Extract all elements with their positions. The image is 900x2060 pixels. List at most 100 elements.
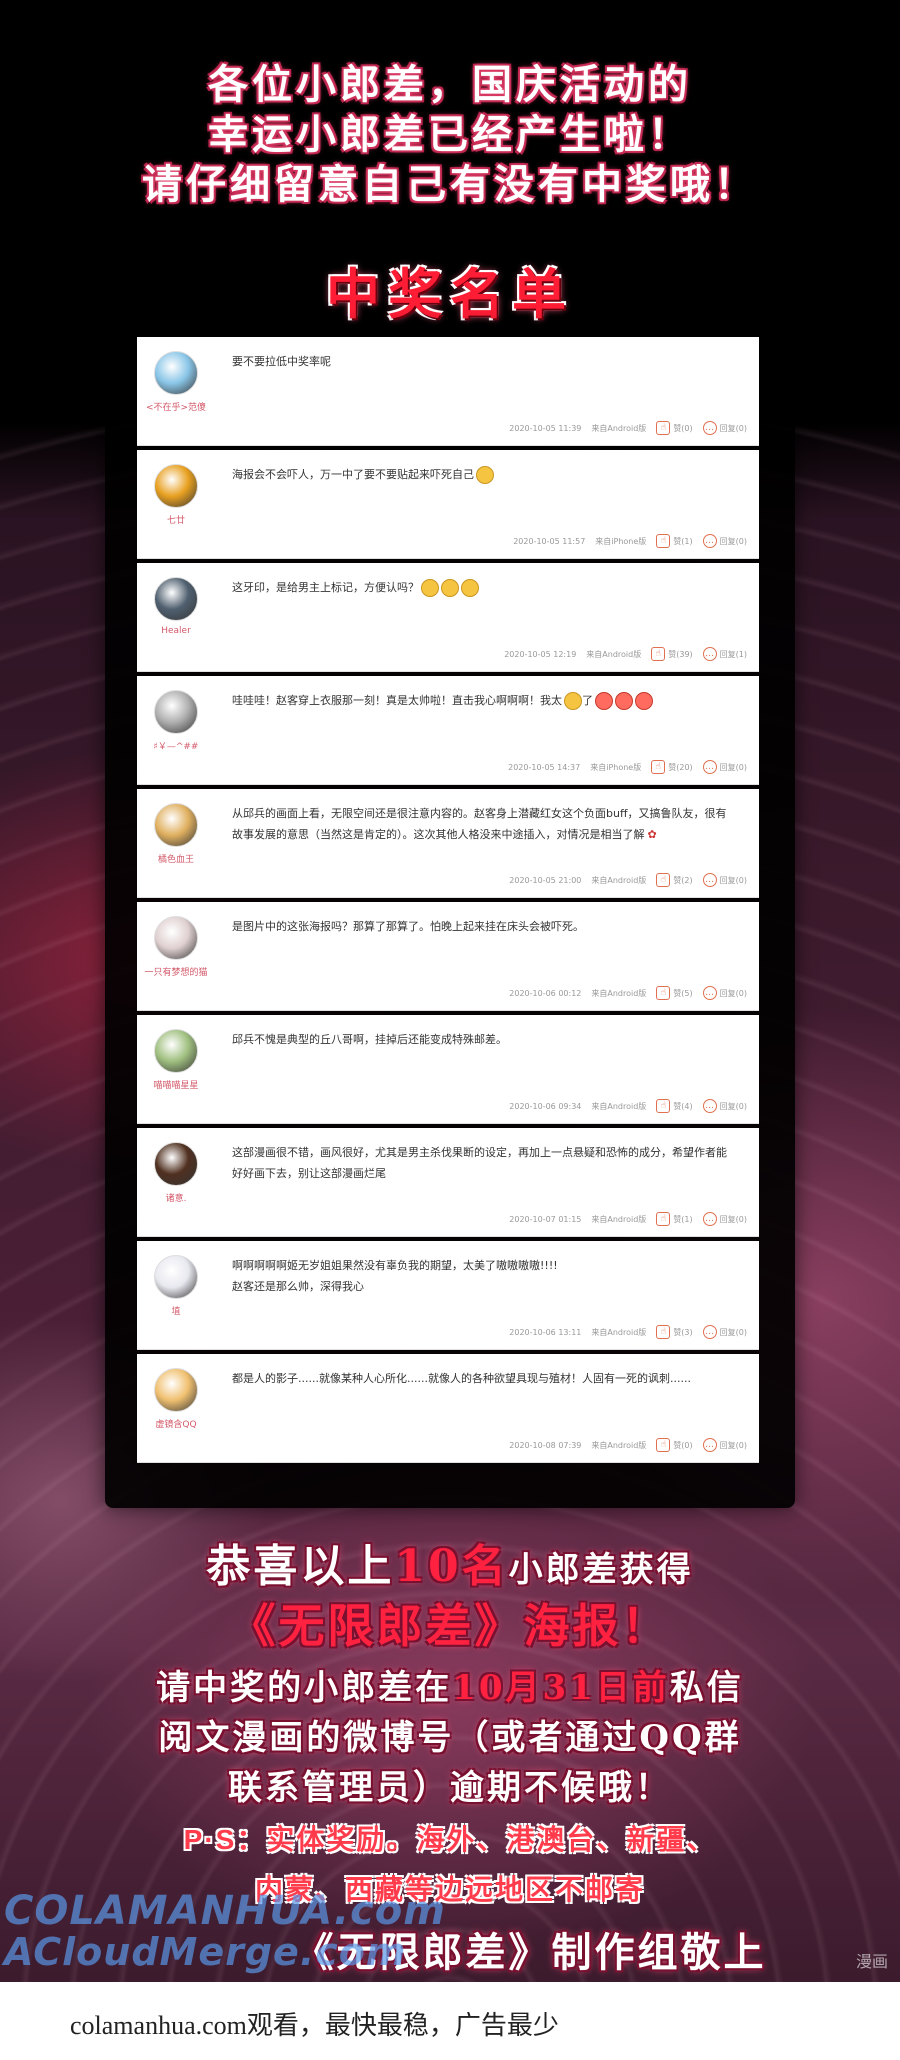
- thumbs-up-icon: ☝: [656, 1099, 671, 1113]
- reply-icon: …: [702, 1325, 717, 1339]
- comment-user: 喵喵喵星星: [137, 1015, 215, 1123]
- comment-time: 2020-10-08 07:39: [509, 1440, 582, 1450]
- comment-source: 来自Android版: [591, 1101, 647, 1111]
- avatar[interactable]: [154, 464, 198, 508]
- username[interactable]: 虚镜含QQ: [137, 1417, 215, 1430]
- sad-emoji-icon: [461, 579, 479, 597]
- like-button[interactable]: ☝ 赞(1): [656, 534, 693, 548]
- avatar[interactable]: [154, 916, 198, 960]
- avatar[interactable]: [154, 1142, 198, 1186]
- username[interactable]: Healer: [137, 626, 215, 636]
- comment-body: 海报会不会吓人，万一中了要不要贴起来吓死自己: [232, 468, 474, 481]
- comment-text: 这牙印，是给男主上标记，方便认吗？: [232, 577, 737, 598]
- comment-text: 都是人的影子......就像某种人心所化......就像人的各种欲望具现与殖材！…: [232, 1368, 737, 1389]
- like-button[interactable]: ☝ 赞(0): [656, 1438, 693, 1452]
- comment-card: 橘色血王 从邱兵的画面上看，无限空间还是很注意内容的。赵客身上潜藏红女这个负面bu…: [137, 789, 759, 898]
- comment-source: 来自iPhone版: [595, 536, 647, 546]
- thumbs-up-icon: ☝: [656, 1438, 671, 1452]
- comment-time: 2020-10-05 11:39: [509, 423, 582, 433]
- like-count: 赞(3): [673, 1327, 693, 1337]
- like-button[interactable]: ☝ 赞(2): [656, 873, 693, 887]
- comment-body-line-2: 赵客还是那么帅，深得我心: [232, 1280, 364, 1293]
- avatar[interactable]: [154, 351, 198, 395]
- like-button[interactable]: ☝ 赞(0): [656, 421, 693, 435]
- instruction-line-2: 阅文漫画的微博号（或者通过QQ群: [158, 1718, 742, 1758]
- reply-button[interactable]: … 回复(0): [702, 1099, 747, 1113]
- comment-body: 这部漫画很不错，画风很好，尤其是男主杀伐果断的设定，再加上一点悬疑和恐怖的成分，…: [232, 1146, 727, 1180]
- comment-card: 七廿 海报会不会吓人，万一中了要不要贴起来吓死自己 2020-10-05 11:57…: [137, 450, 759, 559]
- poster: 各位小郎差，国庆活动的 幸运小郎差已经产生啦！ 请仔细留意自己有没有中奖哦！ 中…: [0, 0, 900, 1982]
- thumbs-up-icon: ☝: [656, 1212, 671, 1226]
- like-count: 赞(0): [673, 1440, 693, 1450]
- comment-list: <不在乎>范傻 要不要拉低中奖率呢 2020-10-05 11:39 来自Androi…: [137, 337, 759, 1467]
- comment-card: Healer 这牙印，是给男主上标记，方便认吗？ 2020-10-05 12:19 来…: [137, 563, 759, 672]
- headline-line-3: 请仔细留意自己有没有中奖哦！: [142, 161, 758, 208]
- username[interactable]: <不在乎>范傻: [137, 400, 215, 413]
- reply-button[interactable]: … 回复(0): [702, 986, 747, 1000]
- like-button[interactable]: ☝ 赞(3): [656, 1325, 693, 1339]
- avatar[interactable]: [154, 577, 198, 621]
- reply-button[interactable]: … 回复(0): [702, 760, 747, 774]
- sad-emoji-icon: [421, 579, 439, 597]
- avatar[interactable]: [154, 803, 198, 847]
- sad-emoji-icon: [441, 579, 459, 597]
- like-button[interactable]: ☝ 赞(4): [656, 1099, 693, 1113]
- like-button[interactable]: ☝ 赞(5): [656, 986, 693, 1000]
- reply-icon: …: [702, 760, 717, 774]
- comment-meta: 2020-10-05 11:39 来自Android版 ☝ 赞(0) … 回复(0): [509, 421, 747, 435]
- username[interactable]: 七廿: [137, 513, 215, 526]
- comment-meta: 2020-10-05 12:19 来自Android版 ☝ 赞(39) … 回复(1): [504, 647, 747, 661]
- comment-meta: 2020-10-05 21:00 来自Android版 ☝ 赞(2) … 回复(0): [509, 873, 747, 887]
- like-button[interactable]: ☝ 赞(1): [656, 1212, 693, 1226]
- username[interactable]: 一只有梦想的猫: [137, 965, 215, 978]
- winner-count: 10名: [394, 1541, 509, 1592]
- reply-icon: …: [702, 421, 717, 435]
- comment-time: 2020-10-07 01:15: [509, 1214, 582, 1224]
- comment-time: 2020-10-05 14:37: [508, 762, 581, 772]
- comment-meta: 2020-10-07 01:15 来自Android版 ☝ 赞(1) … 回复(0): [509, 1212, 747, 1226]
- like-button[interactable]: ☝ 赞(20): [651, 760, 693, 774]
- comment-body: 邱兵不愧是典型的丘八哥啊，挂掉后还能变成特殊邮差。: [232, 1033, 507, 1046]
- comment-meta: 2020-10-05 11:57 来自iPhone版 ☝ 赞(1) … 回复(0): [513, 534, 747, 548]
- like-button[interactable]: ☝ 赞(39): [651, 647, 693, 661]
- avatar[interactable]: [154, 1368, 198, 1412]
- reply-button[interactable]: … 回复(0): [702, 873, 747, 887]
- username[interactable]: 埴: [137, 1304, 215, 1317]
- comment-user: 虚镜含QQ: [137, 1354, 215, 1462]
- username[interactable]: ♯￥—^##: [137, 739, 215, 752]
- comment-body: 是图片中的这张海报吗？那算了那算了。怕晚上起来挂在床头会被吓死。: [232, 920, 584, 933]
- username[interactable]: 诸意.: [137, 1191, 215, 1204]
- reply-button[interactable]: … 回复(1): [702, 647, 747, 661]
- reply-button[interactable]: … 回复(0): [702, 1438, 747, 1452]
- comment-time: 2020-10-05 21:00: [509, 875, 582, 885]
- reply-button[interactable]: … 回复(0): [702, 1212, 747, 1226]
- avatar[interactable]: [154, 1255, 198, 1299]
- like-count: 赞(1): [673, 536, 693, 546]
- reply-icon: …: [702, 1212, 717, 1226]
- comment-text: 哇哇哇！赵客穿上衣服那一刻！真是太帅啦！直击我心啊啊啊！我太 了: [232, 690, 737, 711]
- username[interactable]: 橘色血王: [137, 852, 215, 865]
- comment-user: 埴: [137, 1241, 215, 1349]
- comment-body: 这牙印，是给男主上标记，方便认吗？: [232, 581, 419, 594]
- reply-button[interactable]: … 回复(0): [702, 534, 747, 548]
- comment-user: 橘色血王: [137, 789, 215, 897]
- comment-card: <不在乎>范傻 要不要拉低中奖率呢 2020-10-05 11:39 来自Androi…: [137, 337, 759, 446]
- avatar[interactable]: [154, 1029, 198, 1073]
- comment-time: 2020-10-06 09:34: [509, 1101, 582, 1111]
- congrats-text: 恭喜以上: [206, 1541, 395, 1592]
- avatar[interactable]: [154, 690, 198, 734]
- thumbs-up-icon: ☝: [651, 760, 666, 774]
- like-count: 赞(4): [673, 1101, 693, 1111]
- reply-button[interactable]: … 回复(0): [702, 1325, 747, 1339]
- congrats-line-1: 恭喜以上10名小郎差获得: [0, 1530, 900, 1594]
- comment-time: 2020-10-06 13:11: [509, 1327, 582, 1337]
- comment-body: 都是人的影子......就像某种人心所化......就像人的各种欲望具现与殖材！…: [232, 1372, 691, 1385]
- like-count: 赞(5): [673, 988, 693, 998]
- thumbs-up-icon: ☝: [656, 1325, 671, 1339]
- like-count: 赞(0): [673, 423, 693, 433]
- comment-text: 从邱兵的画面上看，无限空间还是很注意内容的。赵客身上潜藏红女这个负面buff，又…: [232, 803, 737, 845]
- heart-eyes-emoji-icon: [615, 692, 633, 710]
- instruction-text: 请中奖的小郎差在: [156, 1668, 453, 1708]
- username[interactable]: 喵喵喵星星: [137, 1078, 215, 1091]
- reply-button[interactable]: … 回复(0): [702, 421, 747, 435]
